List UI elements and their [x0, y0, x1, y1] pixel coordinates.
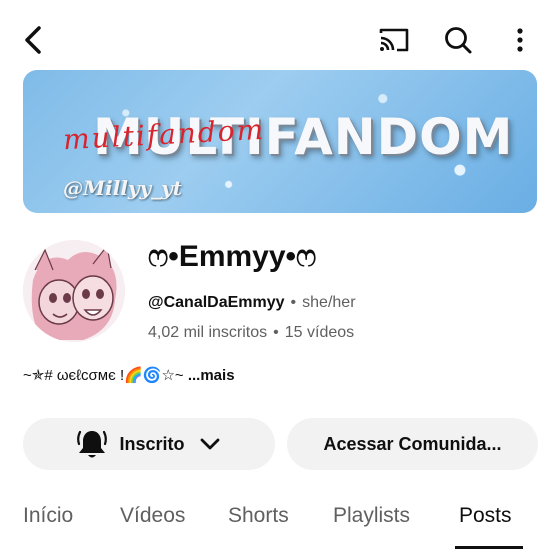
subscriber-count: 4,02 mil inscritos [148, 324, 268, 341]
chevron-down-icon [199, 437, 221, 451]
channel-meta-stats-row: 4,02 mil inscritos • 15 vídeos [148, 324, 354, 342]
more-vertical-icon[interactable] [498, 18, 542, 62]
channel-name: ෆ•Emmyy•ෆ [148, 240, 317, 273]
channel-description[interactable]: ~✯# ωєℓcσмє !🌈🌀☆~ ...mais [23, 366, 235, 384]
subscribed-label: Inscrito [119, 433, 185, 454]
description-text: ~✯# ωєℓcσмє !🌈🌀☆~ [23, 367, 184, 384]
tab-shorts[interactable]: Shorts [228, 504, 289, 528]
active-tab-indicator [455, 546, 523, 549]
avatar[interactable] [23, 240, 125, 342]
bell-icon [77, 428, 108, 460]
description-more-link[interactable]: ...mais [188, 367, 235, 384]
channel-handle: @CanalDaEmmyy [148, 294, 285, 311]
channel-meta-handle-row: @CanalDaEmmyy • she/her [148, 294, 356, 312]
search-icon[interactable] [436, 18, 480, 62]
cast-icon[interactable] [372, 18, 416, 62]
channel-pronouns: she/her [302, 294, 356, 311]
top-app-bar [0, 0, 560, 80]
community-button[interactable]: Acessar Comunida... [287, 418, 538, 470]
separator-dot: • [273, 324, 279, 341]
separator-dot: • [290, 294, 297, 311]
banner-handle-text: @Millyy_yt [63, 176, 183, 200]
channel-banner[interactable]: MULTIFANDOM multifandom @Millyy_yt [23, 70, 537, 213]
channel-tabs: Início Vídeos Shorts Playlists Posts [0, 496, 560, 560]
video-count: 15 vídeos [284, 324, 355, 341]
tab-posts[interactable]: Posts [459, 504, 512, 528]
tab-inicio[interactable]: Início [23, 504, 73, 528]
community-label: Acessar Comunida... [323, 433, 502, 454]
subscribed-button[interactable]: Inscrito [23, 418, 275, 470]
back-arrow-icon[interactable] [12, 18, 56, 62]
tab-videos[interactable]: Vídeos [120, 504, 185, 528]
tab-playlists[interactable]: Playlists [333, 504, 410, 528]
